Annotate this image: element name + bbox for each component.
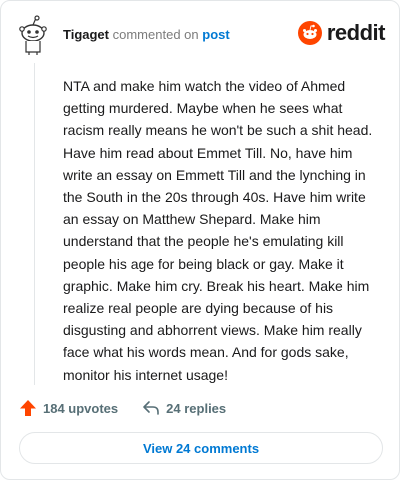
- thread-line[interactable]: [34, 63, 35, 385]
- comment-body: NTA and make him watch the video of Ahme…: [63, 78, 373, 383]
- comment-byline: Tigaget commented on post: [63, 27, 230, 42]
- reddit-logo-icon: [297, 21, 322, 45]
- byline-verb: commented on: [112, 27, 199, 42]
- author-name[interactable]: Tigaget: [63, 27, 109, 42]
- reddit-wordmark: reddit: [326, 20, 386, 45]
- reply-count: 24 replies: [166, 400, 227, 416]
- view-comments-button[interactable]: View 24 comments: [19, 432, 383, 464]
- upvote-count: 184 upvotes: [43, 400, 119, 416]
- post-link[interactable]: post: [202, 27, 229, 42]
- upvote-button[interactable]: 184 upvotes: [19, 399, 118, 417]
- reply-arrow-icon: [143, 401, 159, 415]
- comment-header: Tigaget commented on post reddit: [15, 15, 386, 55]
- comment-actions: 184 upvotes 24 replies: [19, 397, 226, 419]
- replies-button[interactable]: 24 replies: [142, 399, 226, 417]
- comment-card: Tigaget commented on post reddit NTA and…: [0, 0, 400, 480]
- upvote-arrow-icon: [20, 400, 36, 416]
- snoo-avatar-icon[interactable]: [15, 15, 51, 55]
- reddit-logo[interactable]: reddit: [297, 19, 386, 47]
